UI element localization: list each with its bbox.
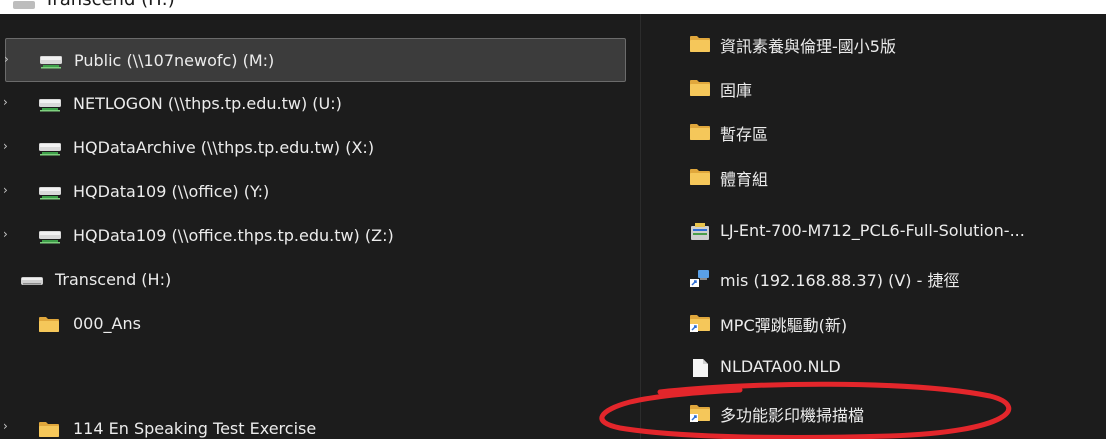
nav-item-label: HQData109 (\\office) (Y:) bbox=[73, 182, 270, 201]
nav-item-label: 000_Ans bbox=[73, 314, 141, 333]
list-item[interactable]: MPC彈跳驅動(新) bbox=[641, 303, 1106, 343]
nav-item-netlogon-u[interactable]: › NETLOGON (\\thps.tp.edu.tw) (U:) bbox=[0, 82, 640, 126]
list-item[interactable]: LJ-Ent-700-M712_PCL6-Full-Solution-... bbox=[641, 212, 1106, 252]
chevron-right-icon[interactable]: › bbox=[3, 228, 11, 240]
file-list-pane[interactable]: 資訊素養與倫理-國小5版 固庫 暫存區 體育組 LJ-Ent-700-M712_… bbox=[641, 14, 1106, 439]
network-drive-icon bbox=[39, 99, 61, 112]
file-explorer-window: Transcend (H:) › Public (\\107newofc) (M… bbox=[0, 0, 1106, 439]
usb-drive-icon bbox=[21, 277, 43, 285]
chevron-right-icon[interactable]: › bbox=[3, 140, 11, 152]
network-drive-icon bbox=[39, 143, 61, 156]
folder-shortcut-icon bbox=[690, 405, 710, 422]
nav-item-label: HQDataArchive (\\thps.tp.edu.tw) (X:) bbox=[73, 138, 375, 157]
folder-icon bbox=[690, 80, 710, 96]
nav-item-label: NETLOGON (\\thps.tp.edu.tw) (U:) bbox=[73, 94, 342, 113]
list-item[interactable]: 資訊素養與倫理-國小5版 bbox=[641, 24, 1106, 64]
nav-item-label: Public (\\107newofc) (M:) bbox=[74, 51, 275, 70]
list-item[interactable]: 暫存區 bbox=[641, 112, 1106, 152]
title-crop: Transcend (H:) bbox=[0, 0, 1106, 14]
file-name: 資訊素養與倫理-國小5版 bbox=[720, 37, 896, 56]
file-name: 體育組 bbox=[720, 170, 769, 189]
nav-item-label: Transcend (H:) bbox=[55, 270, 172, 289]
list-item[interactable]: 多功能影印機掃描檔 bbox=[641, 393, 1106, 433]
chevron-right-icon[interactable]: › bbox=[4, 53, 12, 65]
list-item[interactable]: NLDATA00.NLD bbox=[641, 348, 1106, 388]
nav-item-hqdata109-y[interactable]: › HQData109 (\\office) (Y:) bbox=[0, 170, 640, 214]
file-name: 固庫 bbox=[720, 81, 753, 100]
folder-shortcut-icon bbox=[690, 315, 710, 332]
nav-item-114-en-speaking[interactable]: › 114 En Speaking Test Exercise bbox=[0, 404, 640, 439]
chevron-right-icon[interactable]: › bbox=[3, 96, 11, 108]
file-name: 暫存區 bbox=[720, 125, 769, 144]
top-partial-title: Transcend (H:) bbox=[44, 0, 175, 10]
folder-icon bbox=[690, 36, 710, 52]
drive-icon bbox=[13, 1, 35, 9]
nav-item-label: HQData109 (\\office.thps.tp.edu.tw) (Z:) bbox=[73, 226, 394, 245]
folder-icon bbox=[690, 124, 710, 140]
file-name: LJ-Ent-700-M712_PCL6-Full-Solution-... bbox=[720, 221, 1025, 240]
shortcut-network-icon bbox=[690, 270, 709, 287]
network-drive-icon bbox=[40, 56, 62, 69]
file-name: MPC彈跳驅動(新) bbox=[720, 316, 848, 335]
installer-icon bbox=[691, 223, 709, 240]
nav-item-transcend-h[interactable]: Transcend (H:) bbox=[0, 258, 640, 302]
nav-item-public-m[interactable]: › Public (\\107newofc) (M:) bbox=[4, 38, 626, 82]
nav-item-label: 114 En Speaking Test Exercise bbox=[73, 419, 317, 438]
chevron-right-icon[interactable]: › bbox=[3, 420, 11, 432]
navigation-pane[interactable]: › Public (\\107newofc) (M:) › NETLOGON (… bbox=[0, 14, 640, 439]
folder-icon bbox=[690, 169, 710, 185]
list-item[interactable]: 體育組 bbox=[641, 157, 1106, 197]
chevron-right-icon[interactable]: › bbox=[3, 184, 11, 196]
folder-icon bbox=[39, 317, 59, 332]
file-icon bbox=[693, 359, 708, 377]
nav-item-hqdataarchive-x[interactable]: › HQDataArchive (\\thps.tp.edu.tw) (X:) bbox=[0, 126, 640, 170]
file-name: mis (192.168.88.37) (V) - 捷徑 bbox=[720, 271, 960, 290]
file-name: NLDATA00.NLD bbox=[720, 357, 841, 376]
file-name: 多功能影印機掃描檔 bbox=[720, 406, 865, 425]
nav-item-hqdata109-z[interactable]: › HQData109 (\\office.thps.tp.edu.tw) (Z… bbox=[0, 214, 640, 258]
nav-item-000-ans[interactable]: 000_Ans bbox=[0, 302, 640, 346]
folder-icon bbox=[39, 422, 59, 437]
list-item[interactable]: 固庫 bbox=[641, 68, 1106, 108]
network-drive-icon bbox=[39, 187, 61, 200]
network-drive-icon bbox=[39, 231, 61, 244]
list-item[interactable]: mis (192.168.88.37) (V) - 捷徑 bbox=[641, 258, 1106, 298]
